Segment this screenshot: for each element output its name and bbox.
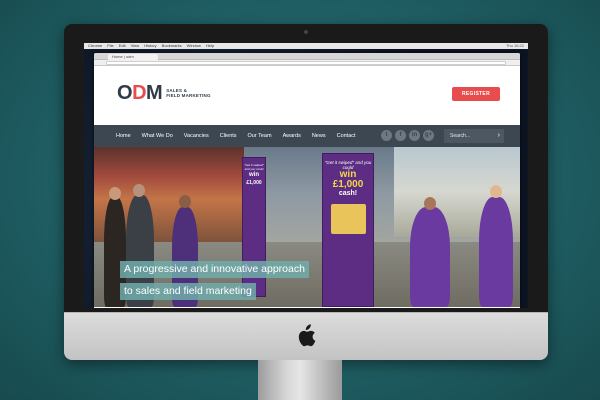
register-button[interactable]: REGISTER [452,87,500,101]
banner-amount: £1,000 [332,179,364,190]
hero-person-head [109,187,121,200]
logo-subtitle: SALES & FIELD MARKETING [166,88,211,99]
logo-subtitle-line2: FIELD MARKETING [166,93,211,98]
nav-clients[interactable]: Clients [220,133,237,139]
promo-banner-large: "Get it swiped" and you could win £1,000… [322,153,374,307]
facebook-icon[interactable]: f [395,130,406,141]
chevron-right-icon[interactable]: › [498,129,500,143]
tagline-line-2: to sales and field marketing [120,283,256,300]
banner-cash: cash! [338,190,358,197]
nav-our-team[interactable]: Our Team [248,133,272,139]
twitter-icon[interactable]: t [381,130,392,141]
menubar-clock: Thu 16:22 [505,43,524,48]
menu-item[interactable]: Window [187,43,201,49]
social-icons: t f in g+ [381,130,434,141]
camera [304,30,308,34]
logo-letter-o: O [117,82,133,104]
banner-small-text: "Get it swiped" and you could [244,163,264,171]
nav-items: Home What We Do Vacancies Clients Our Te… [116,125,356,147]
hero-person [479,197,513,307]
hero-person-head [179,195,191,208]
banner-win: win [249,172,259,178]
tagline-line-1: A progressive and innovative approach [120,261,309,278]
browser-window: Home | odm ODM SALES & FIELD MARKETING R… [94,53,520,308]
linkedin-icon[interactable]: in [409,130,420,141]
screen: Chrome File Edit View History Bookmarks … [84,43,528,308]
hero-person [410,207,450,307]
menu-item[interactable]: File [107,43,113,49]
apple-icon [298,324,316,347]
hero-person-head [490,185,502,198]
menu-item[interactable]: Help [206,43,214,49]
hero-person-head [424,197,436,210]
mac-menubar: Chrome File Edit View History Bookmarks … [84,43,528,49]
nav-contact[interactable]: Contact [337,133,356,139]
nav-what-we-do[interactable]: What We Do [142,133,173,139]
logo-letters: ODM [117,82,163,104]
banner-amount: £1,000 [246,180,262,186]
site-header: ODM SALES & FIELD MARKETING REGISTER [94,66,520,125]
nav-awards[interactable]: Awards [283,133,301,139]
menu-item[interactable]: History [144,43,156,49]
menu-item[interactable]: Chrome [88,43,102,49]
url-field[interactable] [106,61,506,65]
logo-letter-d: D [132,82,147,104]
hero-person-head [133,184,145,197]
menu-item[interactable]: Edit [119,43,126,49]
logo-letter-m: M [146,82,163,104]
nav-vacancies[interactable]: Vacancies [184,133,209,139]
tab-bar: Home | odm [94,53,520,60]
search-input[interactable]: Search... › [444,129,504,143]
search-placeholder: Search... [450,133,471,139]
menu-item[interactable]: View [131,43,140,49]
hero-tagline: A progressive and innovative approach to… [120,259,309,303]
hero-banner: "Get it swiped" and you could win £1,000… [94,147,520,307]
googleplus-icon[interactable]: g+ [423,130,434,141]
nav-news[interactable]: News [312,133,326,139]
monitor-stand [258,360,342,400]
odm-logo[interactable]: ODM SALES & FIELD MARKETING [117,83,211,103]
nav-home[interactable]: Home [116,133,131,139]
banner-product-image [330,204,366,234]
main-nav: Home What We Do Vacancies Clients Our Te… [94,125,520,147]
menu-item[interactable]: Bookmarks [162,43,182,49]
